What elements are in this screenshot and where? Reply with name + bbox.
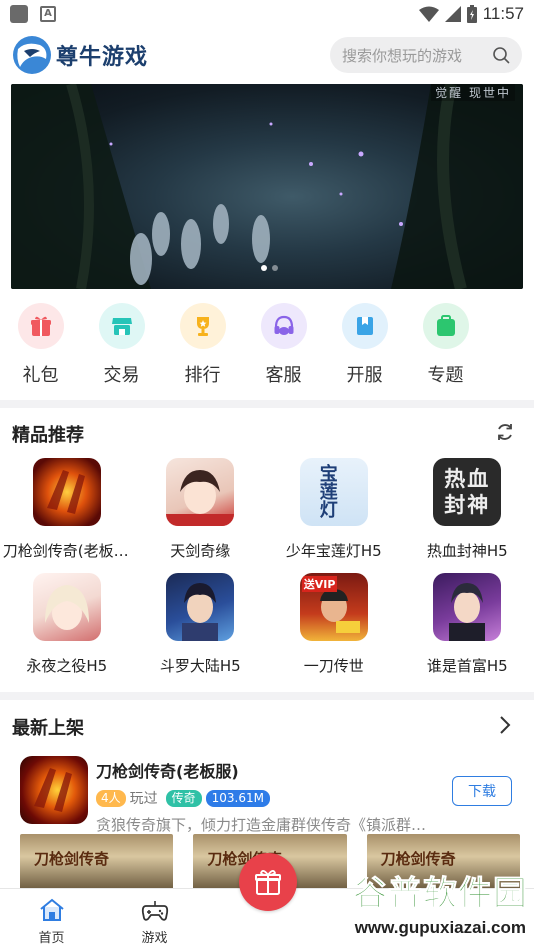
refresh-icon[interactable]: [494, 421, 516, 443]
store-icon: [98, 303, 145, 349]
notification-square-icon: [10, 5, 28, 23]
app-header: 尊牛游戏 搜索你想玩的游戏: [0, 28, 534, 82]
newest-section-title: 最新上架: [12, 718, 84, 739]
tab-label: 游戏: [141, 931, 168, 946]
app-logo[interactable]: 尊牛游戏: [12, 35, 148, 75]
clock: 11:57: [482, 4, 524, 23]
watermark-brand: 谷普软件园: [353, 874, 528, 915]
game-name: 谁是首富H5: [426, 657, 508, 675]
trophy-icon: [179, 303, 226, 349]
game-icon-badge: 送VIP: [301, 576, 338, 592]
download-button[interactable]: 下载: [452, 776, 512, 806]
tab-home[interactable]: 首页: [0, 889, 103, 950]
app-name: 尊牛游戏: [56, 45, 149, 70]
banner-artwork: [11, 84, 523, 289]
wifi-icon: [418, 6, 439, 22]
quick-nav-label: 交易: [103, 365, 140, 386]
genre-tag: 传奇: [165, 789, 202, 807]
game-screenshot[interactable]: 刀枪剑传奇: [20, 834, 174, 890]
played-label: 玩过: [129, 791, 158, 807]
status-bar: A 11:57: [0, 0, 534, 28]
gamepad-icon: [141, 901, 168, 921]
game-icon: [166, 573, 235, 641]
tab-games[interactable]: 游戏: [103, 889, 206, 950]
game-card[interactable]: 送VIP 一刀传世: [267, 573, 401, 688]
game-name: 一刀传世: [303, 657, 364, 675]
quick-nav-label: 礼包: [22, 365, 59, 386]
quick-nav-gift[interactable]: 礼包: [0, 303, 81, 391]
quick-nav-trade[interactable]: 交易: [81, 303, 162, 391]
game-name: 少年宝莲灯H5: [285, 542, 382, 560]
game-name: 刀枪剑传奇(老板服): [2, 542, 131, 560]
quick-nav-label: 客服: [265, 365, 302, 386]
quick-nav: 礼包 交易 排行 客服 开服 专题: [0, 303, 534, 391]
featured-section-title: 精品推荐: [12, 425, 84, 446]
section-divider: [0, 692, 534, 700]
quick-nav-server-open[interactable]: 开服: [324, 303, 405, 391]
game-icon: [166, 458, 235, 526]
game-icon: [32, 573, 101, 641]
newest-game-item[interactable]: 刀枪剑传奇(老板服) 4人 玩过 传奇 103.61M 贪狼传奇旗下，倾力打造金…: [20, 756, 520, 834]
banner-pagination: [261, 265, 278, 271]
headset-icon: [260, 303, 307, 349]
hero-banner[interactable]: 觉醒 现世中: [11, 84, 523, 289]
game-card[interactable]: 刀枪剑传奇(老板服): [0, 458, 134, 573]
game-card[interactable]: 谁是首富H5: [401, 573, 534, 688]
gift-icon: [17, 303, 64, 349]
game-card[interactable]: 永夜之役H5: [0, 573, 134, 688]
cellular-signal-icon: [444, 6, 461, 22]
game-description: 贪狼传奇旗下，倾力打造金庸群侠传奇《镇派群…: [96, 816, 427, 834]
watermark: 谷普软件园 www.gupuxiazai.com: [298, 862, 534, 950]
game-name: 天剑奇缘: [170, 542, 231, 560]
game-icon: [433, 573, 502, 641]
notification-a-icon: A: [40, 6, 56, 22]
tab-label: 首页: [38, 931, 65, 946]
size-tag: 103.61M: [205, 789, 270, 807]
game-name: 热血封神H5: [426, 542, 508, 560]
gift-icon: [255, 870, 281, 895]
game-card[interactable]: 天剑奇缘: [134, 458, 268, 573]
game-icon: [32, 458, 101, 526]
chevron-right-icon[interactable]: [494, 714, 516, 736]
quick-nav-ranking[interactable]: 排行: [162, 303, 243, 391]
search-icon: [493, 47, 510, 64]
featured-games-grid: 刀枪剑传奇(老板服) 天剑奇缘 宝莲灯 少年宝莲灯H5 热血封神 热血封神H5: [0, 458, 534, 688]
banner-overlay-text: 觉醒 现世中: [431, 84, 515, 101]
game-icon-title: 热血封神: [444, 467, 491, 517]
quick-nav-label: 开服: [346, 365, 383, 386]
pagination-dot[interactable]: [272, 265, 278, 271]
section-divider: [0, 400, 534, 408]
bull-logo-icon: [13, 36, 51, 74]
home-icon: [39, 898, 64, 921]
game-icon: [20, 756, 88, 824]
game-icon: 送VIP: [299, 573, 368, 641]
game-icon: 宝莲灯: [299, 458, 368, 526]
screenshot-title: 刀枪剑传奇: [34, 850, 110, 868]
bookmark-flag-icon: [341, 303, 388, 349]
game-name: 永夜之役H5: [26, 657, 108, 675]
battery-icon: [466, 5, 477, 23]
game-card[interactable]: 宝莲灯 少年宝莲灯H5: [267, 458, 401, 573]
game-icon: 热血封神: [433, 458, 502, 526]
quick-nav-label: 专题: [427, 365, 464, 386]
game-icon-title: 宝莲灯: [316, 464, 338, 518]
gift-fab-button[interactable]: [239, 853, 297, 911]
game-card[interactable]: 斗罗大陆H5: [134, 573, 268, 688]
search-placeholder: 搜索你想玩的游戏: [342, 46, 463, 65]
game-name: 斗罗大陆H5: [159, 657, 241, 675]
bag-icon: [422, 303, 469, 349]
game-card[interactable]: 热血封神 热血封神H5: [401, 458, 534, 573]
pagination-dot[interactable]: [261, 265, 267, 271]
watermark-url: www.gupuxiazai.com: [354, 918, 526, 937]
quick-nav-support[interactable]: 客服: [243, 303, 324, 391]
players-badge: 4人: [96, 789, 126, 807]
search-bar[interactable]: 搜索你想玩的游戏: [330, 37, 522, 73]
quick-nav-topics[interactable]: 专题: [405, 303, 486, 391]
quick-nav-label: 排行: [184, 365, 221, 386]
